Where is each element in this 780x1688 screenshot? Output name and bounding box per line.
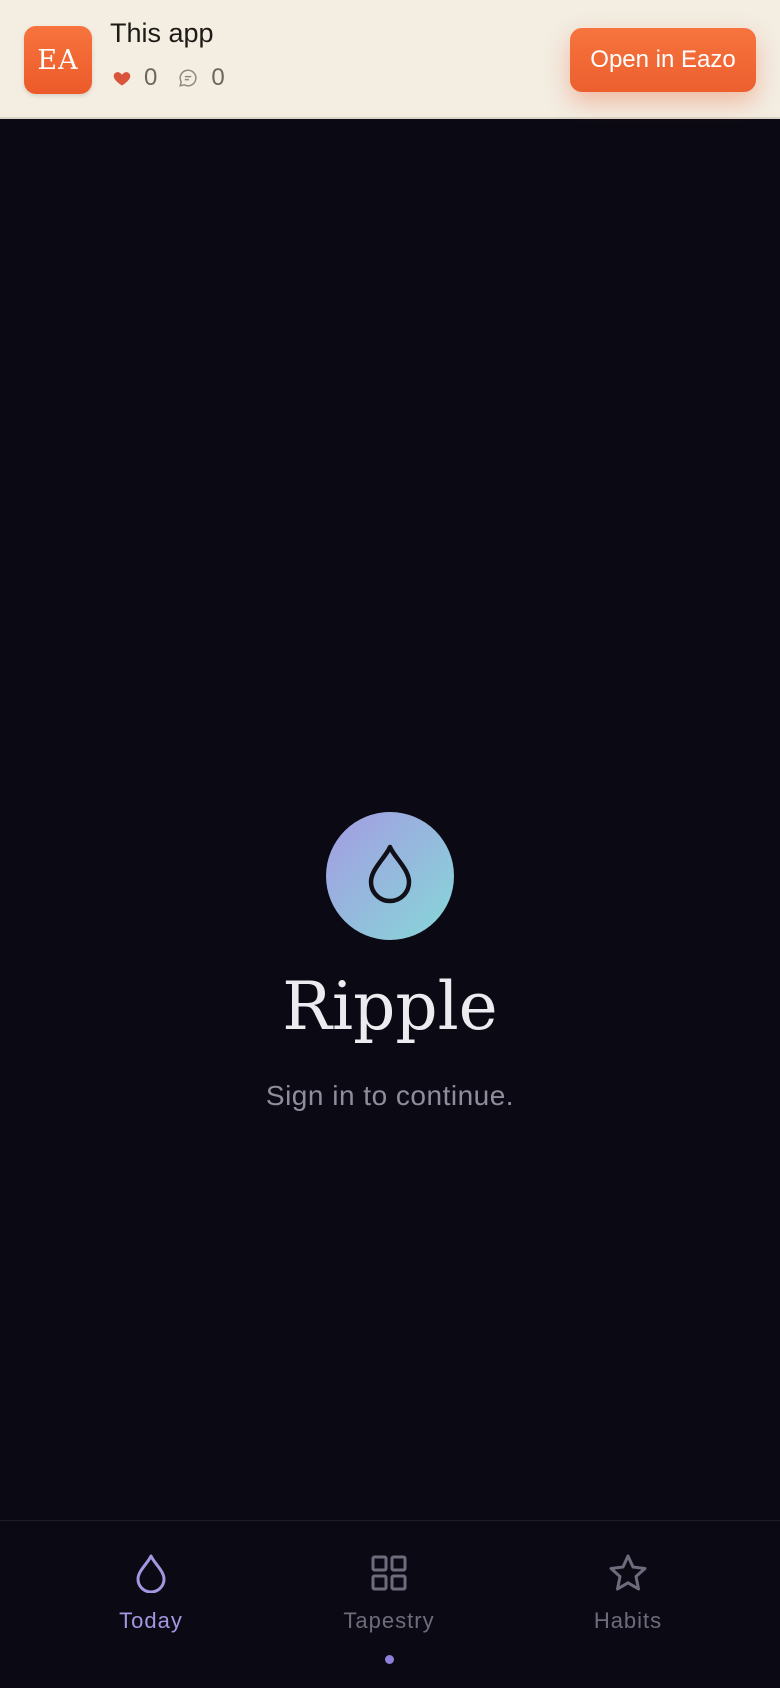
comments-count: 0: [211, 64, 225, 91]
tab-label-habits: Habits: [593, 1608, 663, 1633]
likes-count: 0: [144, 64, 158, 91]
app-icon[interactable]: EA: [24, 26, 92, 94]
tab-today[interactable]: Today: [51, 1553, 251, 1634]
tab-tapestry[interactable]: Tapestry: [289, 1553, 489, 1634]
bottom-tab-bar: Today Tapestry Habits: [0, 1520, 780, 1688]
droplet-icon: [366, 843, 414, 910]
app-logo: [326, 812, 454, 940]
comments-stat[interactable]: 0: [177, 64, 225, 92]
open-in-eazo-button[interactable]: Open in Eazo: [570, 28, 756, 92]
likes-stat[interactable]: 0: [112, 64, 157, 92]
app-banner: EA This app 0 0 Open in Eazo: [0, 0, 780, 119]
app-stats: 0 0: [112, 64, 245, 92]
sign-in-prompt: Sign in to continue.: [265, 1080, 515, 1111]
heart-icon: [112, 68, 132, 88]
star-icon: [608, 1553, 648, 1598]
tab-habits[interactable]: Habits: [528, 1553, 728, 1634]
droplet-icon: [134, 1553, 168, 1598]
tab-label-tapestry: Tapestry: [343, 1608, 435, 1633]
app-name: Ripple: [282, 968, 498, 1045]
comment-icon: [177, 67, 199, 89]
grid-icon: [369, 1553, 409, 1598]
tab-label-today: Today: [119, 1608, 183, 1633]
app-title: This app: [110, 18, 214, 48]
page-indicator-dot: [385, 1655, 394, 1664]
